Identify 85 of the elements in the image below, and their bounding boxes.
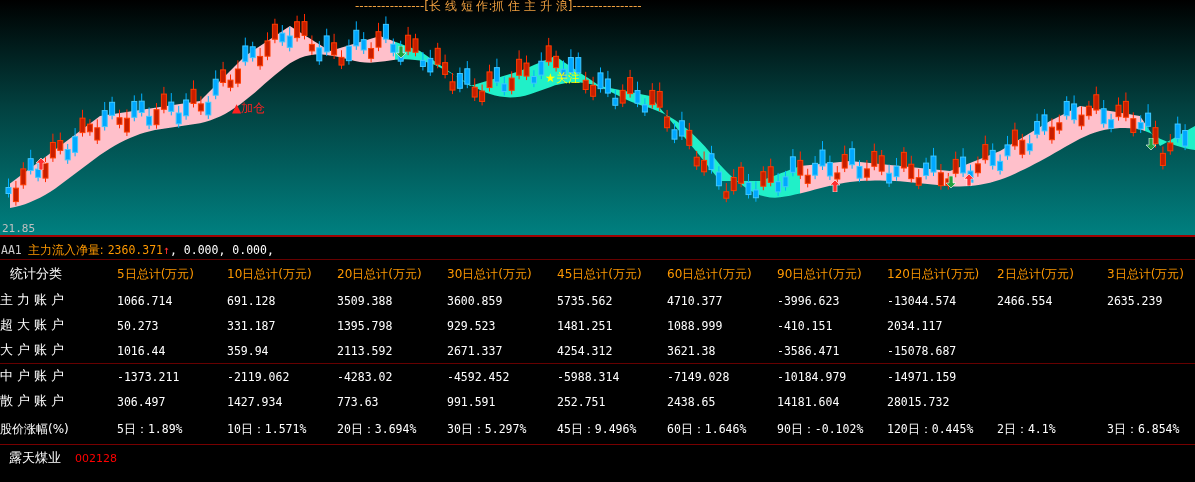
table-cell-text: 691.128	[227, 293, 277, 308]
table-cell-text: 3621.38	[667, 343, 717, 358]
up-arrow-icon	[36, 158, 46, 170]
table-cell-text: -14971.159	[887, 369, 958, 384]
column-header: 30日总计(万元)	[447, 265, 533, 283]
down-arrow-icon	[396, 46, 406, 58]
table-cell-text: 2635.239	[1107, 293, 1164, 308]
table-cell-text: 2034.117	[887, 318, 944, 333]
table-cell-text: -7149.028	[667, 369, 731, 384]
column-header: 90日总计(万元)	[777, 265, 863, 283]
row-label: 主 力 账 户	[0, 292, 65, 309]
row-label: 散 户 账 户	[0, 393, 65, 410]
table-cell-text: 5735.562	[557, 293, 614, 308]
table-cell-text: 14181.604	[777, 394, 841, 409]
table-cell-text: 1088.999	[667, 318, 724, 333]
table-cell-text: 773.63	[337, 394, 380, 409]
table-cell-text: -2119.062	[227, 369, 291, 384]
column-header: 120日总计(万元)	[887, 265, 981, 283]
table-cell-text: -3996.623	[777, 293, 841, 308]
table-cell-text: -4592.452	[447, 369, 511, 384]
table-cell-text: 28015.732	[887, 394, 951, 409]
formula-values: , 0.000, 0.000,	[170, 243, 274, 257]
table-cell-text: 45日：9.496%	[557, 421, 638, 437]
table-cell-text: 10日：1.571%	[227, 421, 308, 437]
table-cell-text: 3日：6.854%	[1107, 421, 1181, 437]
table-cell-text: -10184.979	[777, 369, 848, 384]
table-cell-text: -15078.687	[887, 343, 958, 358]
table-cell-text: 60日：1.646%	[667, 421, 748, 437]
table-cell-text: 252.751	[557, 394, 607, 409]
stock-code: 002128	[75, 451, 117, 465]
table-cell-text: 331.187	[227, 318, 277, 333]
table-cell-text: 2438.65	[667, 394, 717, 409]
table-cell-text: -1373.211	[117, 369, 181, 384]
formula-name: AA1	[1, 243, 22, 257]
table-cell-text: 306.497	[117, 394, 167, 409]
table-cell-text: -4283.02	[337, 369, 394, 384]
table-cell-text: 50.273	[117, 318, 160, 333]
up-arrow-icon	[964, 174, 974, 186]
table-cell-text: 1395.798	[337, 318, 394, 333]
table-cell-text: 2466.554	[997, 293, 1054, 308]
table-cell-text: 1016.44	[117, 343, 167, 358]
table-cell-text: 2671.337	[447, 343, 504, 358]
table-cell-text: -5988.314	[557, 369, 621, 384]
table-cell-text: 1427.934	[227, 394, 284, 409]
table-cell-text: 4254.312	[557, 343, 614, 358]
formula-label: 主力流入净量:	[27, 242, 104, 258]
table-cell-text: 30日：5.297%	[447, 421, 528, 437]
column-header: 60日总计(万元)	[667, 265, 753, 283]
table-cell-text: 120日：0.445%	[887, 421, 975, 437]
row-label: 股价涨幅(%)	[0, 420, 70, 438]
row-label: 超 大 账 户	[0, 317, 65, 334]
table-cell-text: 1481.251	[557, 318, 614, 333]
down-arrow-icon	[1146, 138, 1156, 150]
table-cell-text: 929.523	[447, 318, 497, 333]
price-low-label: 21.85	[2, 222, 36, 235]
table-cell-text: 3509.388	[337, 293, 394, 308]
column-header: 20日总计(万元)	[337, 265, 423, 283]
row-label: 大 户 账 户	[0, 342, 65, 359]
formula-value: 2360.371	[107, 243, 164, 257]
table-cell-text: 359.94	[227, 343, 270, 358]
stock-name: 露天煤业	[9, 449, 61, 467]
down-arrow-icon	[946, 176, 956, 188]
table-cell-text: 5日：1.89%	[117, 421, 184, 437]
table-cell-text: 2日：4.1%	[997, 421, 1057, 437]
signal-label: ★关注	[545, 70, 580, 87]
up-arrow-icon: ↑	[163, 243, 170, 257]
table-cell-text: 2113.592	[337, 343, 394, 358]
up-arrow-icon	[830, 180, 840, 192]
column-header: 3日总计(万元)	[1107, 265, 1185, 283]
table-cell-text: -3586.471	[777, 343, 841, 358]
table-cell-text: 20日：3.694%	[337, 421, 418, 437]
column-header: 45日总计(万元)	[557, 265, 643, 283]
table-cell-text: 991.591	[447, 394, 497, 409]
table-cell-text: -410.151	[777, 318, 834, 333]
column-header: 2日总计(万元)	[997, 265, 1075, 283]
column-header: 10日总计(万元)	[227, 265, 313, 283]
column-header: 5日总计(万元)	[117, 265, 195, 283]
table-cell-text: 3600.859	[447, 293, 504, 308]
chart-title: ----------------[长 线 短 作:抓 住 主 升 浪]----------------	[355, 0, 642, 15]
table-cell-text: -13044.574	[887, 293, 958, 308]
row-label: 中 户 账 户	[0, 368, 65, 385]
column-header: 统计分类	[9, 265, 63, 283]
table-cell-text: 90日：-0.102%	[777, 421, 865, 437]
table-cell-text: 1066.714	[117, 293, 174, 308]
table-cell-text: 4710.377	[667, 293, 724, 308]
